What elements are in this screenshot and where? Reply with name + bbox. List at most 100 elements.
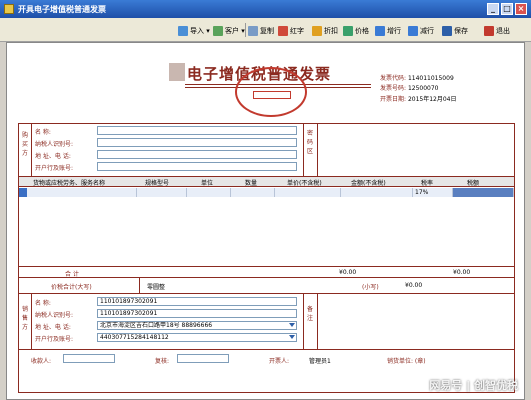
toolbar-divider: [245, 23, 246, 37]
divider: [139, 277, 140, 293]
issuer-name: 管理员1: [309, 358, 331, 365]
divider: [317, 123, 318, 176]
close-button[interactable]: ×: [515, 3, 527, 15]
seller-taxid-input[interactable]: 110101897302091: [97, 309, 297, 318]
save-icon: [442, 26, 452, 36]
tax-cell[interactable]: [453, 188, 514, 197]
small-total-label: (小写): [362, 284, 379, 291]
payee-input[interactable]: [63, 354, 115, 363]
delete-row-button[interactable]: 减行: [408, 24, 434, 38]
toolbar: 导入 ▾ 客户 ▾ 复制 红字 折扣 价格 增行 减行 保存 退出: [0, 18, 531, 42]
copy-button[interactable]: 复制: [248, 24, 274, 38]
app-icon: [4, 4, 14, 14]
buyer-addr-input[interactable]: [97, 150, 297, 159]
discount-button[interactable]: 折扣: [312, 24, 338, 38]
seller-bank-label: 开户行及账号:: [35, 336, 74, 343]
invoice-code: 发票代码: 114011015009: [380, 75, 454, 82]
column-header: 税额: [467, 180, 480, 187]
total-amount: ¥0.00: [339, 269, 357, 276]
divider: [31, 293, 32, 349]
unit-cell[interactable]: [187, 188, 231, 197]
table-row[interactable]: 17%: [19, 188, 514, 197]
discount-icon: [312, 26, 322, 36]
tax-seal: [235, 67, 307, 117]
grand-total-label: 价税合计(大写): [51, 284, 92, 291]
grand-total-words: 零圆整: [147, 284, 166, 291]
divider: [317, 293, 318, 349]
price-icon: [343, 26, 353, 36]
column-header: 数量: [245, 180, 258, 187]
seller-name-label: 名 称:: [35, 300, 51, 307]
divider: [31, 123, 32, 176]
add-row-icon: [375, 26, 385, 36]
seller-taxid-label: 纳税人识别号:: [35, 312, 74, 319]
watermark: 网易号 | 创智优税: [429, 379, 518, 392]
remark-label: 备注: [306, 306, 313, 322]
buyer-addr-label: 地 址、电 话:: [35, 153, 71, 160]
customer-icon: [213, 26, 223, 36]
column-header: 税率: [421, 180, 434, 187]
total-tax: ¥0.00: [453, 269, 471, 276]
column-header: 金额(不含税): [351, 180, 386, 187]
divider: [18, 266, 515, 267]
price-button[interactable]: 价格: [343, 24, 369, 38]
buyer-side-label: 购买方: [21, 132, 28, 157]
red-invoice-icon: [278, 26, 288, 36]
seller-bank-select[interactable]: 440307715284148112: [97, 333, 297, 342]
blurred-logo: [169, 63, 185, 81]
seller-addr-select[interactable]: 北京市海淀区吉石口路甲18号 88896666: [97, 321, 297, 330]
small-total-value: ¥0.00: [405, 282, 423, 289]
row-cursor: [19, 188, 27, 197]
buyer-name-input[interactable]: [97, 126, 297, 135]
divider: [18, 349, 515, 350]
divider: [18, 277, 515, 278]
divider: [18, 293, 515, 294]
divider: [303, 293, 304, 349]
window-titlebar: 开具电子增值税普通发票 _ □ ×: [0, 0, 531, 18]
add-row-button[interactable]: 增行: [375, 24, 401, 38]
exit-icon: [484, 26, 494, 36]
seller-name-input[interactable]: 110101897302091: [97, 297, 297, 306]
review-input[interactable]: [177, 354, 229, 363]
buyer-bank-input[interactable]: [97, 162, 297, 171]
invoice-date: 开票日期: 2015年12月04日: [380, 96, 457, 103]
goods-name-cell[interactable]: [27, 188, 137, 197]
customer-button[interactable]: 客户 ▾: [213, 24, 245, 38]
buyer-taxid-input[interactable]: [97, 138, 297, 147]
price-cell[interactable]: [275, 188, 341, 197]
chevron-down-icon[interactable]: [289, 335, 295, 339]
payee-label: 收款人:: [31, 358, 52, 365]
password-area-label: 密码区: [306, 130, 313, 155]
exit-button[interactable]: 退出: [484, 24, 510, 38]
rate-cell[interactable]: 17%: [413, 188, 453, 197]
buyer-name-label: 名 称:: [35, 129, 51, 136]
divider: [303, 123, 304, 176]
review-label: 复核:: [155, 358, 170, 365]
maximize-button[interactable]: □: [501, 3, 513, 15]
seller-addr-label: 地 址、电 话:: [35, 324, 71, 331]
invoice-form: 电子增值税普通发票 发票代码: 114011015009 发票号码: 12500…: [6, 42, 525, 400]
save-button[interactable]: 保存: [442, 24, 468, 38]
import-icon: [178, 26, 188, 36]
minimize-button[interactable]: _: [487, 3, 499, 15]
buyer-taxid-label: 纳税人识别号:: [35, 141, 74, 148]
qty-cell[interactable]: [231, 188, 275, 197]
seller-side-label: 销售方: [21, 306, 28, 331]
import-button[interactable]: 导入 ▾: [178, 24, 210, 38]
copy-icon: [248, 26, 258, 36]
goods-table-header: 货物或应税劳务、服务名称 规格型号 单位 数量 单价(不含税) 金额(不含税) …: [19, 177, 514, 187]
invoice-number: 发票号码: 12500070: [380, 85, 439, 92]
spec-cell[interactable]: [137, 188, 187, 197]
seller-addr-value: 北京市海淀区吉石口路甲18号 88896666: [100, 322, 213, 329]
column-header: 单位: [201, 180, 214, 187]
chevron-down-icon[interactable]: [289, 323, 295, 327]
delete-row-icon: [408, 26, 418, 36]
column-header: 规格型号: [145, 180, 170, 187]
seal-bar: [253, 91, 291, 99]
column-header: 单价(不含税): [287, 180, 322, 187]
seller-bank-value: 440307715284148112: [100, 334, 169, 341]
seller-stamp-label: 销货单位: (章): [387, 358, 426, 365]
buyer-bank-label: 开户行及账号:: [35, 165, 74, 172]
amount-cell[interactable]: [341, 188, 413, 197]
red-invoice-button[interactable]: 红字: [278, 24, 304, 38]
